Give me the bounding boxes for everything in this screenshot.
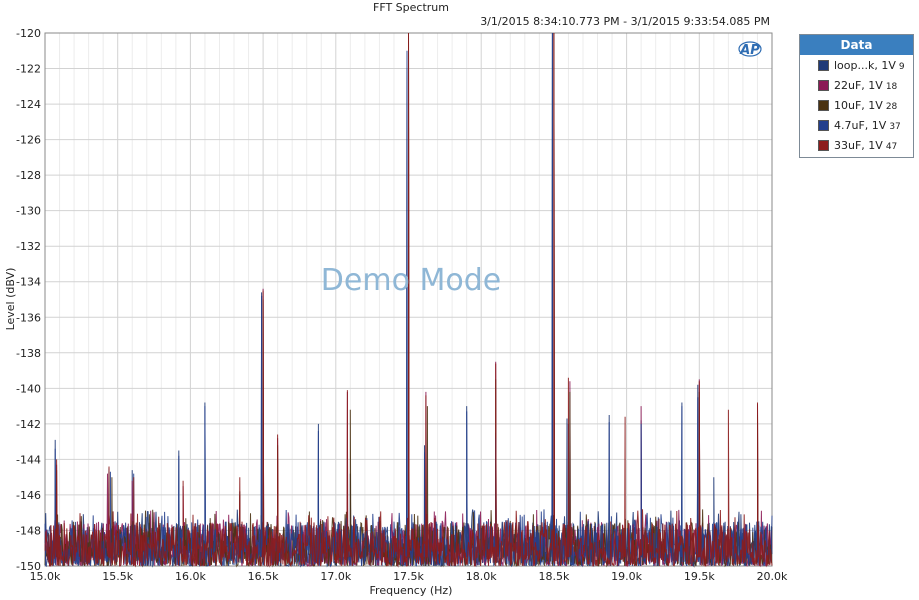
y-tick-label: -132 bbox=[16, 240, 41, 253]
y-tick-label: -122 bbox=[16, 63, 41, 76]
legend-swatch bbox=[818, 79, 829, 91]
legend-label: loop...k, 1V bbox=[834, 58, 896, 72]
chart-subtitle: 3/1/2015 8:34:10.773 PM - 3/1/2015 9:33:… bbox=[480, 15, 770, 28]
y-tick-label: -140 bbox=[16, 382, 41, 395]
y-tick-label: -146 bbox=[16, 489, 41, 502]
y-tick-label: -134 bbox=[16, 276, 41, 289]
x-tick-label: 18.0k bbox=[466, 570, 497, 583]
y-tick-label: -130 bbox=[16, 205, 41, 218]
x-tick-label: 18.5k bbox=[538, 570, 569, 583]
ap-logo-icon: AP bbox=[738, 41, 762, 58]
legend-index: 9 bbox=[898, 62, 905, 72]
x-tick-label: 15.5k bbox=[102, 570, 133, 583]
chart-title: FFT Spectrum bbox=[373, 1, 449, 14]
legend-swatch bbox=[818, 139, 829, 151]
legend-item[interactable]: 22uF, 1V 18 bbox=[800, 75, 913, 95]
legend-item[interactable]: loop...k, 1V 9 bbox=[800, 55, 913, 75]
y-tick-label: -120 bbox=[16, 27, 41, 40]
y-tick-label: -144 bbox=[16, 453, 41, 466]
x-tick-label: 16.5k bbox=[248, 570, 279, 583]
y-tick-label: -142 bbox=[16, 418, 41, 431]
y-tick-label: -148 bbox=[16, 524, 41, 537]
y-tick-label: -124 bbox=[16, 98, 41, 111]
legend-label: 33uF, 1V bbox=[834, 138, 883, 152]
y-tick-label: -126 bbox=[16, 134, 41, 147]
legend-index: 47 bbox=[885, 142, 898, 152]
legend-label: 22uF, 1V bbox=[834, 78, 883, 92]
demo-mode-watermark: Demo Mode bbox=[321, 263, 501, 298]
legend-title: Data bbox=[800, 35, 913, 55]
legend-index: 18 bbox=[885, 82, 898, 92]
x-tick-label: 15.0k bbox=[30, 570, 61, 583]
legend-label: 10uF, 1V bbox=[834, 98, 883, 112]
y-axis-ticks: -120 -122 -124 -126 -128 -130 -132 -134 -136 -138… bbox=[16, 27, 41, 573]
legend-swatch bbox=[818, 119, 829, 131]
x-tick-label: 16.0k bbox=[175, 570, 206, 583]
legend-label: 4.7uF, 1V bbox=[834, 118, 887, 132]
x-tick-label: 17.0k bbox=[320, 570, 351, 583]
legend-swatch bbox=[818, 59, 829, 71]
x-tick-label: 20.0k bbox=[757, 570, 788, 583]
x-axis-ticks: 15.0k 15.5k 16.0k 16.5k 17.0k 17.5k 18.0k 18.5k… bbox=[30, 570, 788, 583]
series-layer bbox=[44, 32, 773, 568]
legend-item[interactable]: 10uF, 1V 28 bbox=[800, 95, 913, 115]
y-tick-label: -136 bbox=[16, 311, 41, 324]
x-tick-label: 19.5k bbox=[684, 570, 715, 583]
series-line-5 bbox=[44, 32, 773, 568]
x-tick-label: 17.5k bbox=[393, 570, 424, 583]
legend-index: 28 bbox=[885, 102, 898, 112]
legend: Data loop...k, 1V 9 22uF, 1V 18 10uF, 1V… bbox=[799, 34, 914, 158]
legend-swatch bbox=[818, 99, 829, 111]
y-tick-label: -128 bbox=[16, 169, 41, 182]
y-axis-label: Level (dBV) bbox=[4, 268, 17, 331]
legend-item[interactable]: 33uF, 1V 47 bbox=[800, 135, 913, 155]
y-tick-label: -138 bbox=[16, 347, 41, 360]
legend-index: 37 bbox=[889, 122, 901, 132]
x-axis-label: Frequency (Hz) bbox=[370, 584, 453, 597]
ap-logo-text: AP bbox=[739, 43, 760, 58]
legend-item[interactable]: 4.7uF, 1V 37 bbox=[800, 115, 913, 135]
x-tick-label: 19.0k bbox=[611, 570, 642, 583]
fft-chart: FFT Spectrum 3/1/2015 8:34:10.773 PM - 3… bbox=[4, 1, 788, 597]
